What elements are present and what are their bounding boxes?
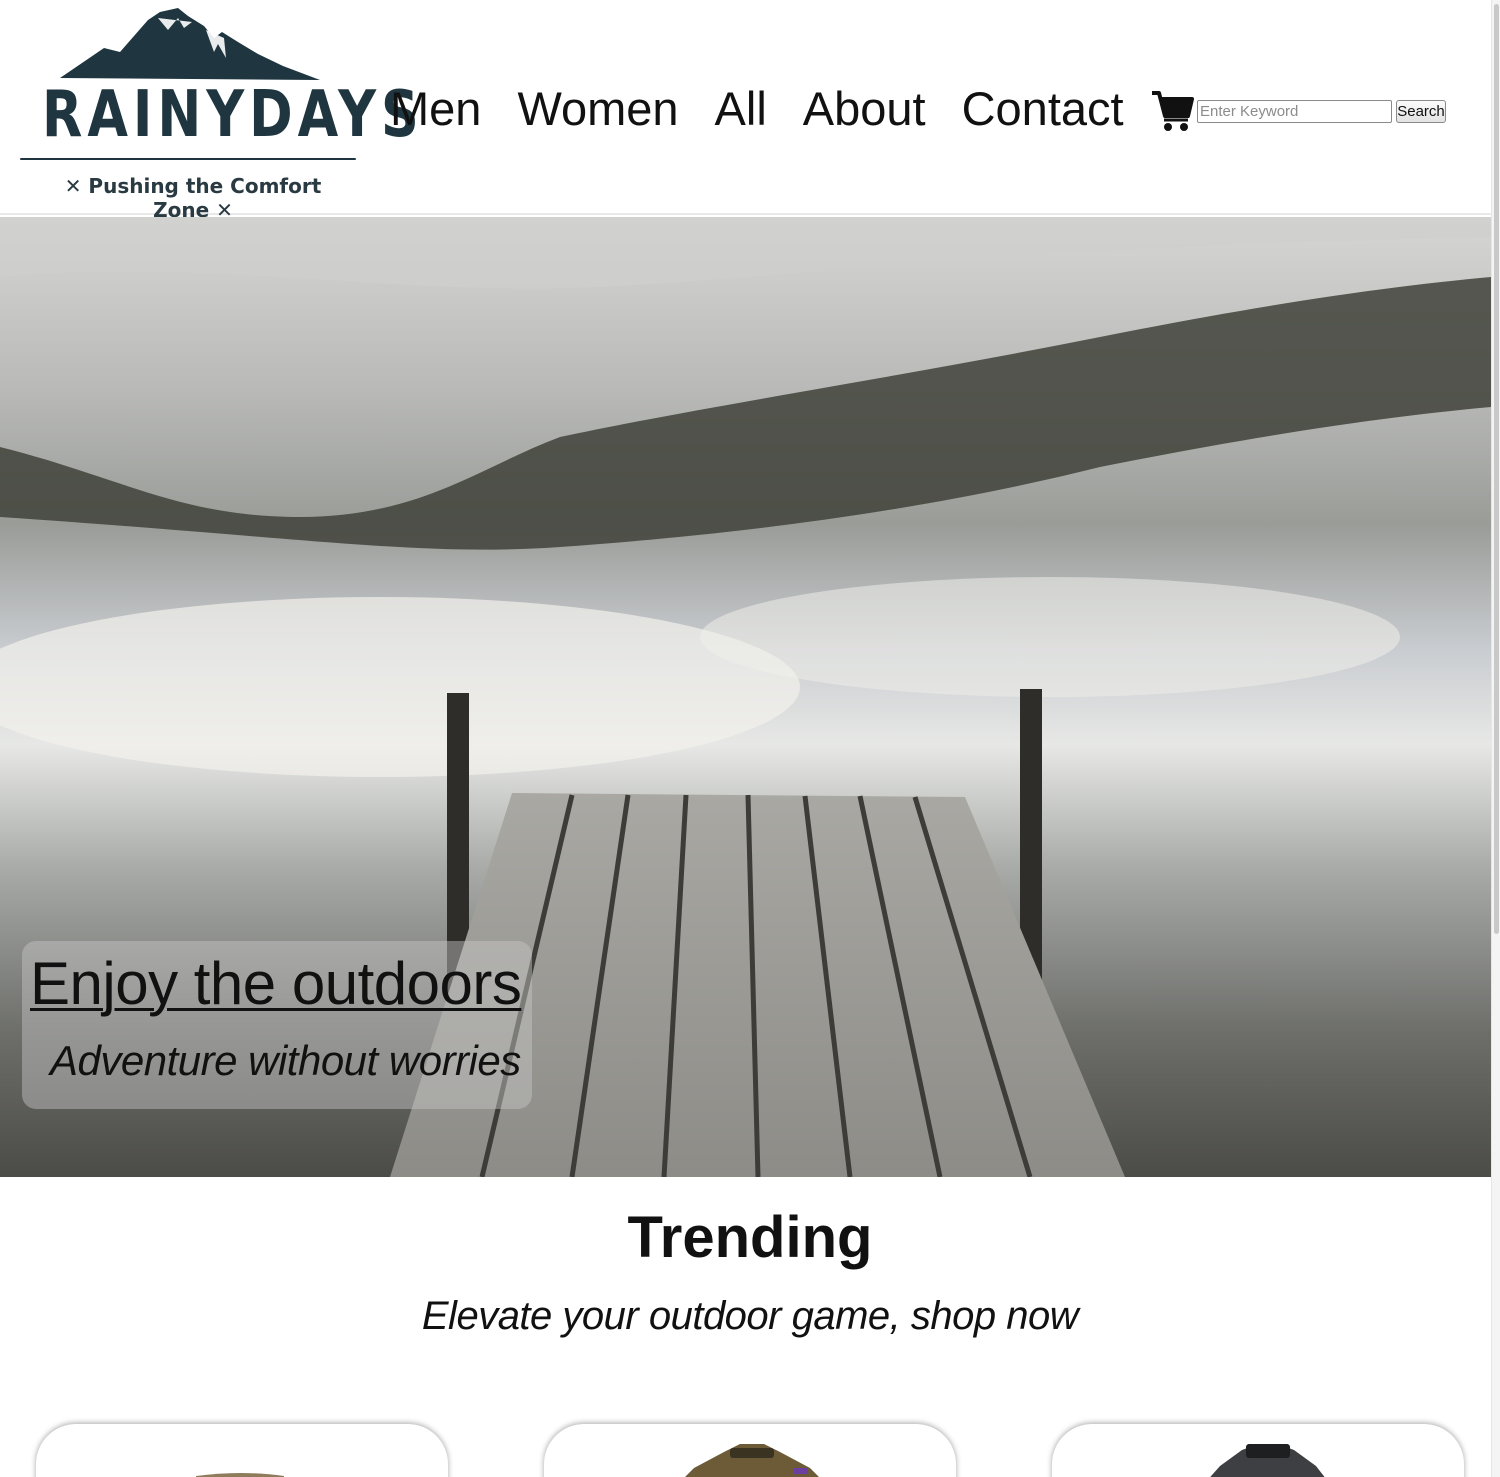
main-nav: Men Women All About Contact [390,80,1124,138]
search-button[interactable]: Search [1396,100,1446,123]
scrollbar-thumb[interactable] [1494,4,1499,934]
product-card[interactable] [1052,1424,1464,1477]
nav-link-all[interactable]: All [715,80,767,138]
nav-link-about[interactable]: About [803,80,926,138]
product-card[interactable] [544,1424,956,1477]
page-scrollbar[interactable] [1491,0,1500,1477]
hero-banner: Enjoy the outdoors Adventure without wor… [0,217,1491,1177]
trending-subtitle: Elevate your outdoor game, shop now [421,1294,1079,1338]
cart-icon[interactable] [1150,90,1194,132]
search-input[interactable] [1197,100,1392,123]
nav-link-men[interactable]: Men [390,80,481,138]
site-header: RAINYDAYS ✕ Pushing the Comfort Zone ✕ M… [0,0,1491,222]
mountain-logo-icon [60,8,320,80]
nav-link-contact[interactable]: Contact [962,80,1124,138]
trending-products [0,1424,1491,1477]
product-image [685,1444,819,1477]
product-image [196,1473,284,1477]
tagline-text: Pushing the Comfort Zone [88,174,322,222]
brand-wordmark: RAINYDAYS [42,78,424,152]
trending-heading: Trending [627,1205,873,1270]
product-image [1210,1444,1325,1477]
hero-title-link[interactable]: Enjoy the outdoors [30,949,522,1018]
brand-logo[interactable]: RAINYDAYS ✕ Pushing the Comfort Zone ✕ [8,8,424,222]
hero-subtitle: Adventure without worries [50,1037,521,1084]
product-card[interactable] [36,1424,448,1477]
brand-tagline: ✕ Pushing the Comfort Zone ✕ [38,174,348,222]
logo-divider [20,158,356,160]
x-mark-icon: ✕ [64,174,82,198]
nav-link-women[interactable]: Women [517,80,678,138]
hero-caption: Enjoy the outdoors Adventure without wor… [22,941,532,1109]
